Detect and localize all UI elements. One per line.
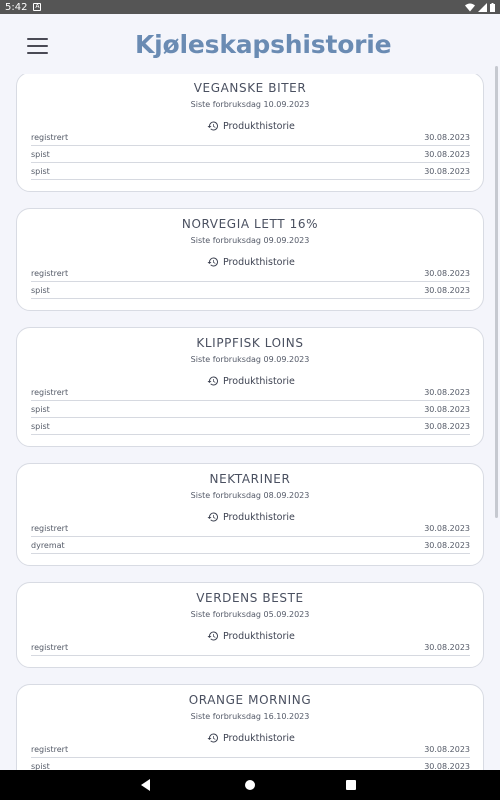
event-status: spist bbox=[31, 167, 50, 176]
event-date: 30.08.2023 bbox=[424, 150, 470, 159]
recents-icon[interactable] bbox=[346, 780, 356, 790]
history-row: registrert 30.08.2023 bbox=[31, 520, 470, 537]
history-row: spist 30.08.2023 bbox=[31, 758, 470, 770]
history-row: registrert 30.08.2023 bbox=[31, 741, 470, 758]
event-status: registrert bbox=[31, 524, 69, 533]
product-name: ORANGE MORNING bbox=[188, 693, 312, 707]
expiry-date: Siste forbruksdag 10.09.2023 bbox=[190, 100, 310, 109]
expiry-date: Siste forbruksdag 08.09.2023 bbox=[190, 491, 310, 500]
page-title: Kjøleskapshistorie bbox=[135, 30, 392, 59]
status-icons bbox=[465, 2, 495, 12]
history-row: registrert 30.08.2023 bbox=[31, 265, 470, 282]
event-date: 30.08.2023 bbox=[424, 133, 470, 142]
expiry-date: Siste forbruksdag 09.09.2023 bbox=[190, 355, 310, 364]
scrollbar[interactable] bbox=[495, 66, 498, 518]
event-status: registrert bbox=[31, 269, 69, 278]
event-date: 30.08.2023 bbox=[424, 422, 470, 431]
product-card: KLIPPFISK LOINS Siste forbruksdag 09.09.2… bbox=[16, 327, 484, 447]
expiry-date: Siste forbruksdag 16.10.2023 bbox=[190, 712, 310, 721]
product-card: VEGANSKE BITER Siste forbruksdag 10.09.20… bbox=[16, 74, 484, 192]
event-status: spist bbox=[31, 405, 50, 414]
product-history-list[interactable]: VEGANSKE BITER Siste forbruksdag 10.09.20… bbox=[0, 74, 500, 770]
expiry-date: Siste forbruksdag 09.09.2023 bbox=[190, 236, 310, 245]
event-date: 30.08.2023 bbox=[424, 643, 470, 652]
history-row: registrert 30.08.2023 bbox=[31, 129, 470, 146]
product-card: NEKTARINER Siste forbruksdag 08.09.2023 Pr… bbox=[16, 463, 484, 566]
history-row: spist 30.08.2023 bbox=[31, 418, 470, 435]
history-row: registrert 30.08.2023 bbox=[31, 639, 470, 656]
status-bar: 5:42 A bbox=[0, 0, 500, 14]
product-name: NORVEGIA LETT 16% bbox=[181, 217, 319, 231]
status-time: 5:42 bbox=[5, 1, 28, 13]
product-name: VEGANSKE BITER bbox=[193, 81, 307, 95]
home-icon[interactable] bbox=[245, 780, 255, 790]
product-name: KLIPPFISK LOINS bbox=[196, 336, 304, 350]
event-date: 30.08.2023 bbox=[424, 762, 470, 770]
product-card: ORANGE MORNING Siste forbruksdag 16.10.20… bbox=[16, 684, 484, 770]
history-row: registrert 30.08.2023 bbox=[31, 384, 470, 401]
event-date: 30.08.2023 bbox=[424, 269, 470, 278]
event-status: registrert bbox=[31, 133, 69, 142]
expiry-date: Siste forbruksdag 05.09.2023 bbox=[190, 610, 310, 619]
event-status: spist bbox=[31, 150, 50, 159]
event-status: registrert bbox=[31, 388, 69, 397]
back-icon[interactable] bbox=[141, 779, 150, 791]
notification-icon: A bbox=[33, 3, 42, 11]
event-status: spist bbox=[31, 286, 50, 295]
event-date: 30.08.2023 bbox=[424, 286, 470, 295]
event-status: dyremat bbox=[31, 541, 65, 550]
event-date: 30.08.2023 bbox=[424, 167, 470, 176]
product-card: NORVEGIA LETT 16% Siste forbruksdag 09.09… bbox=[16, 208, 484, 311]
history-row: spist 30.08.2023 bbox=[31, 146, 470, 163]
history-row: spist 30.08.2023 bbox=[31, 163, 470, 180]
event-status: spist bbox=[31, 762, 50, 770]
event-date: 30.08.2023 bbox=[424, 524, 470, 533]
signal-icon bbox=[478, 2, 487, 12]
product-name: NEKTARINER bbox=[209, 472, 291, 486]
event-date: 30.08.2023 bbox=[424, 405, 470, 414]
product-name: VERDENS BESTE bbox=[196, 591, 304, 605]
battery-icon bbox=[490, 2, 495, 12]
history-row: spist 30.08.2023 bbox=[31, 401, 470, 418]
navigation-bar bbox=[0, 770, 500, 800]
history-row: spist 30.08.2023 bbox=[31, 282, 470, 299]
event-status: spist bbox=[31, 422, 50, 431]
history-row: dyremat 30.08.2023 bbox=[31, 537, 470, 554]
product-card: VERDENS BESTE Siste forbruksdag 05.09.202… bbox=[16, 582, 484, 668]
event-date: 30.08.2023 bbox=[424, 745, 470, 754]
wifi-icon bbox=[465, 3, 475, 11]
event-status: registrert bbox=[31, 745, 69, 754]
app-bar: Kjøleskapshistorie bbox=[0, 14, 500, 74]
menu-icon[interactable] bbox=[27, 38, 49, 54]
event-status: registrert bbox=[31, 643, 69, 652]
event-date: 30.08.2023 bbox=[424, 541, 470, 550]
event-date: 30.08.2023 bbox=[424, 388, 470, 397]
